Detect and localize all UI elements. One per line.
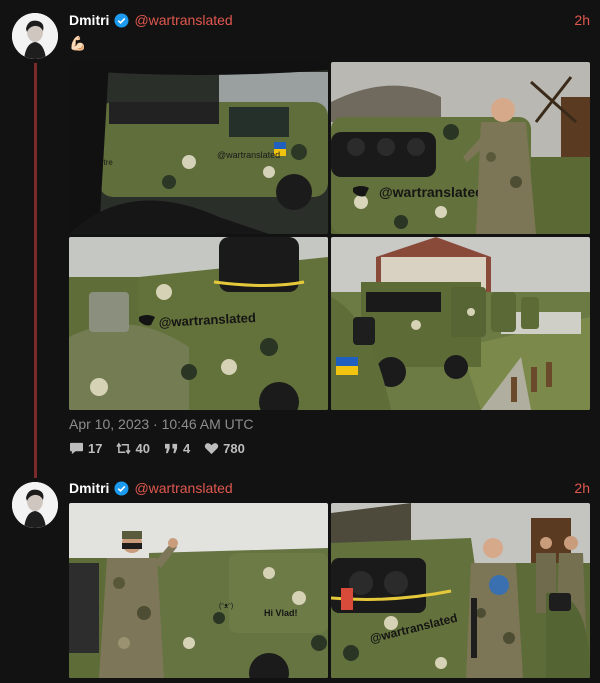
svg-text:(ᵔᴥᵔ): (ᵔᴥᵔ): [219, 603, 233, 610]
tweet-header: Dmitri @wartranslated: [69, 10, 233, 30]
retweet-count: 40: [135, 441, 150, 456]
svg-text:Hi Vlad!: Hi Vlad!: [264, 608, 298, 618]
tweet-time[interactable]: 2h: [574, 480, 590, 496]
thread-connector-line: [34, 63, 37, 478]
media-image-5[interactable]: Hi Vlad! (ᵔᴥᵔ): [69, 503, 328, 678]
media-image-6[interactable]: @wartranslated: [331, 503, 590, 678]
reply-stat[interactable]: 17: [69, 441, 102, 456]
media-image-3[interactable]: @wartranslated: [69, 237, 328, 410]
author-name[interactable]: Dmitri: [69, 12, 109, 28]
tweet-1[interactable]: Dmitri @wartranslated 2h 💪🏻 @wartranslat…: [0, 0, 600, 478]
verified-icon: [114, 12, 129, 28]
tweet-time[interactable]: 2h: [574, 12, 590, 28]
reply-count: 17: [88, 441, 103, 456]
svg-text:@wartranslated: @wartranslated: [217, 150, 280, 160]
quote-icon: [164, 443, 178, 454]
like-icon: [205, 443, 219, 455]
reply-icon: [70, 442, 83, 455]
like-stat[interactable]: 780: [204, 441, 245, 456]
author-avatar[interactable]: [12, 13, 58, 59]
like-count: 780: [223, 441, 245, 456]
verified-icon: [114, 480, 129, 496]
tweet-timestamp[interactable]: Apr 10, 2023 · 10:46 AM UTC: [69, 416, 253, 432]
tweet-text: 💪🏻: [69, 35, 87, 51]
media-image-2[interactable]: @wartranslated: [331, 62, 590, 234]
retweet-stat[interactable]: 40: [116, 441, 150, 456]
media-grid: @wartranslated ...itre @wartranslated @w…: [69, 62, 590, 410]
author-avatar[interactable]: [12, 482, 58, 528]
tweet-stats: 17 40 4 780: [69, 441, 245, 456]
quote-count: 4: [182, 441, 191, 456]
media-image-4[interactable]: [331, 237, 590, 410]
author-handle[interactable]: @wartranslated: [134, 12, 232, 28]
media-image-1[interactable]: @wartranslated ...itre: [69, 62, 328, 234]
media-grid: Hi Vlad! (ᵔᴥᵔ) @wartranslated: [69, 503, 590, 683]
quote-stat[interactable]: 4: [164, 441, 190, 456]
author-handle[interactable]: @wartranslated: [134, 480, 232, 496]
svg-text:@wartranslated: @wartranslated: [379, 184, 484, 200]
retweet-icon: [116, 442, 132, 455]
author-name[interactable]: Dmitri: [69, 480, 109, 496]
tweet-header: Dmitri @wartranslated: [69, 478, 233, 498]
tweet-2[interactable]: Dmitri @wartranslated 2h Hi Vlad! (ᵔᴥᵔ): [0, 470, 600, 683]
